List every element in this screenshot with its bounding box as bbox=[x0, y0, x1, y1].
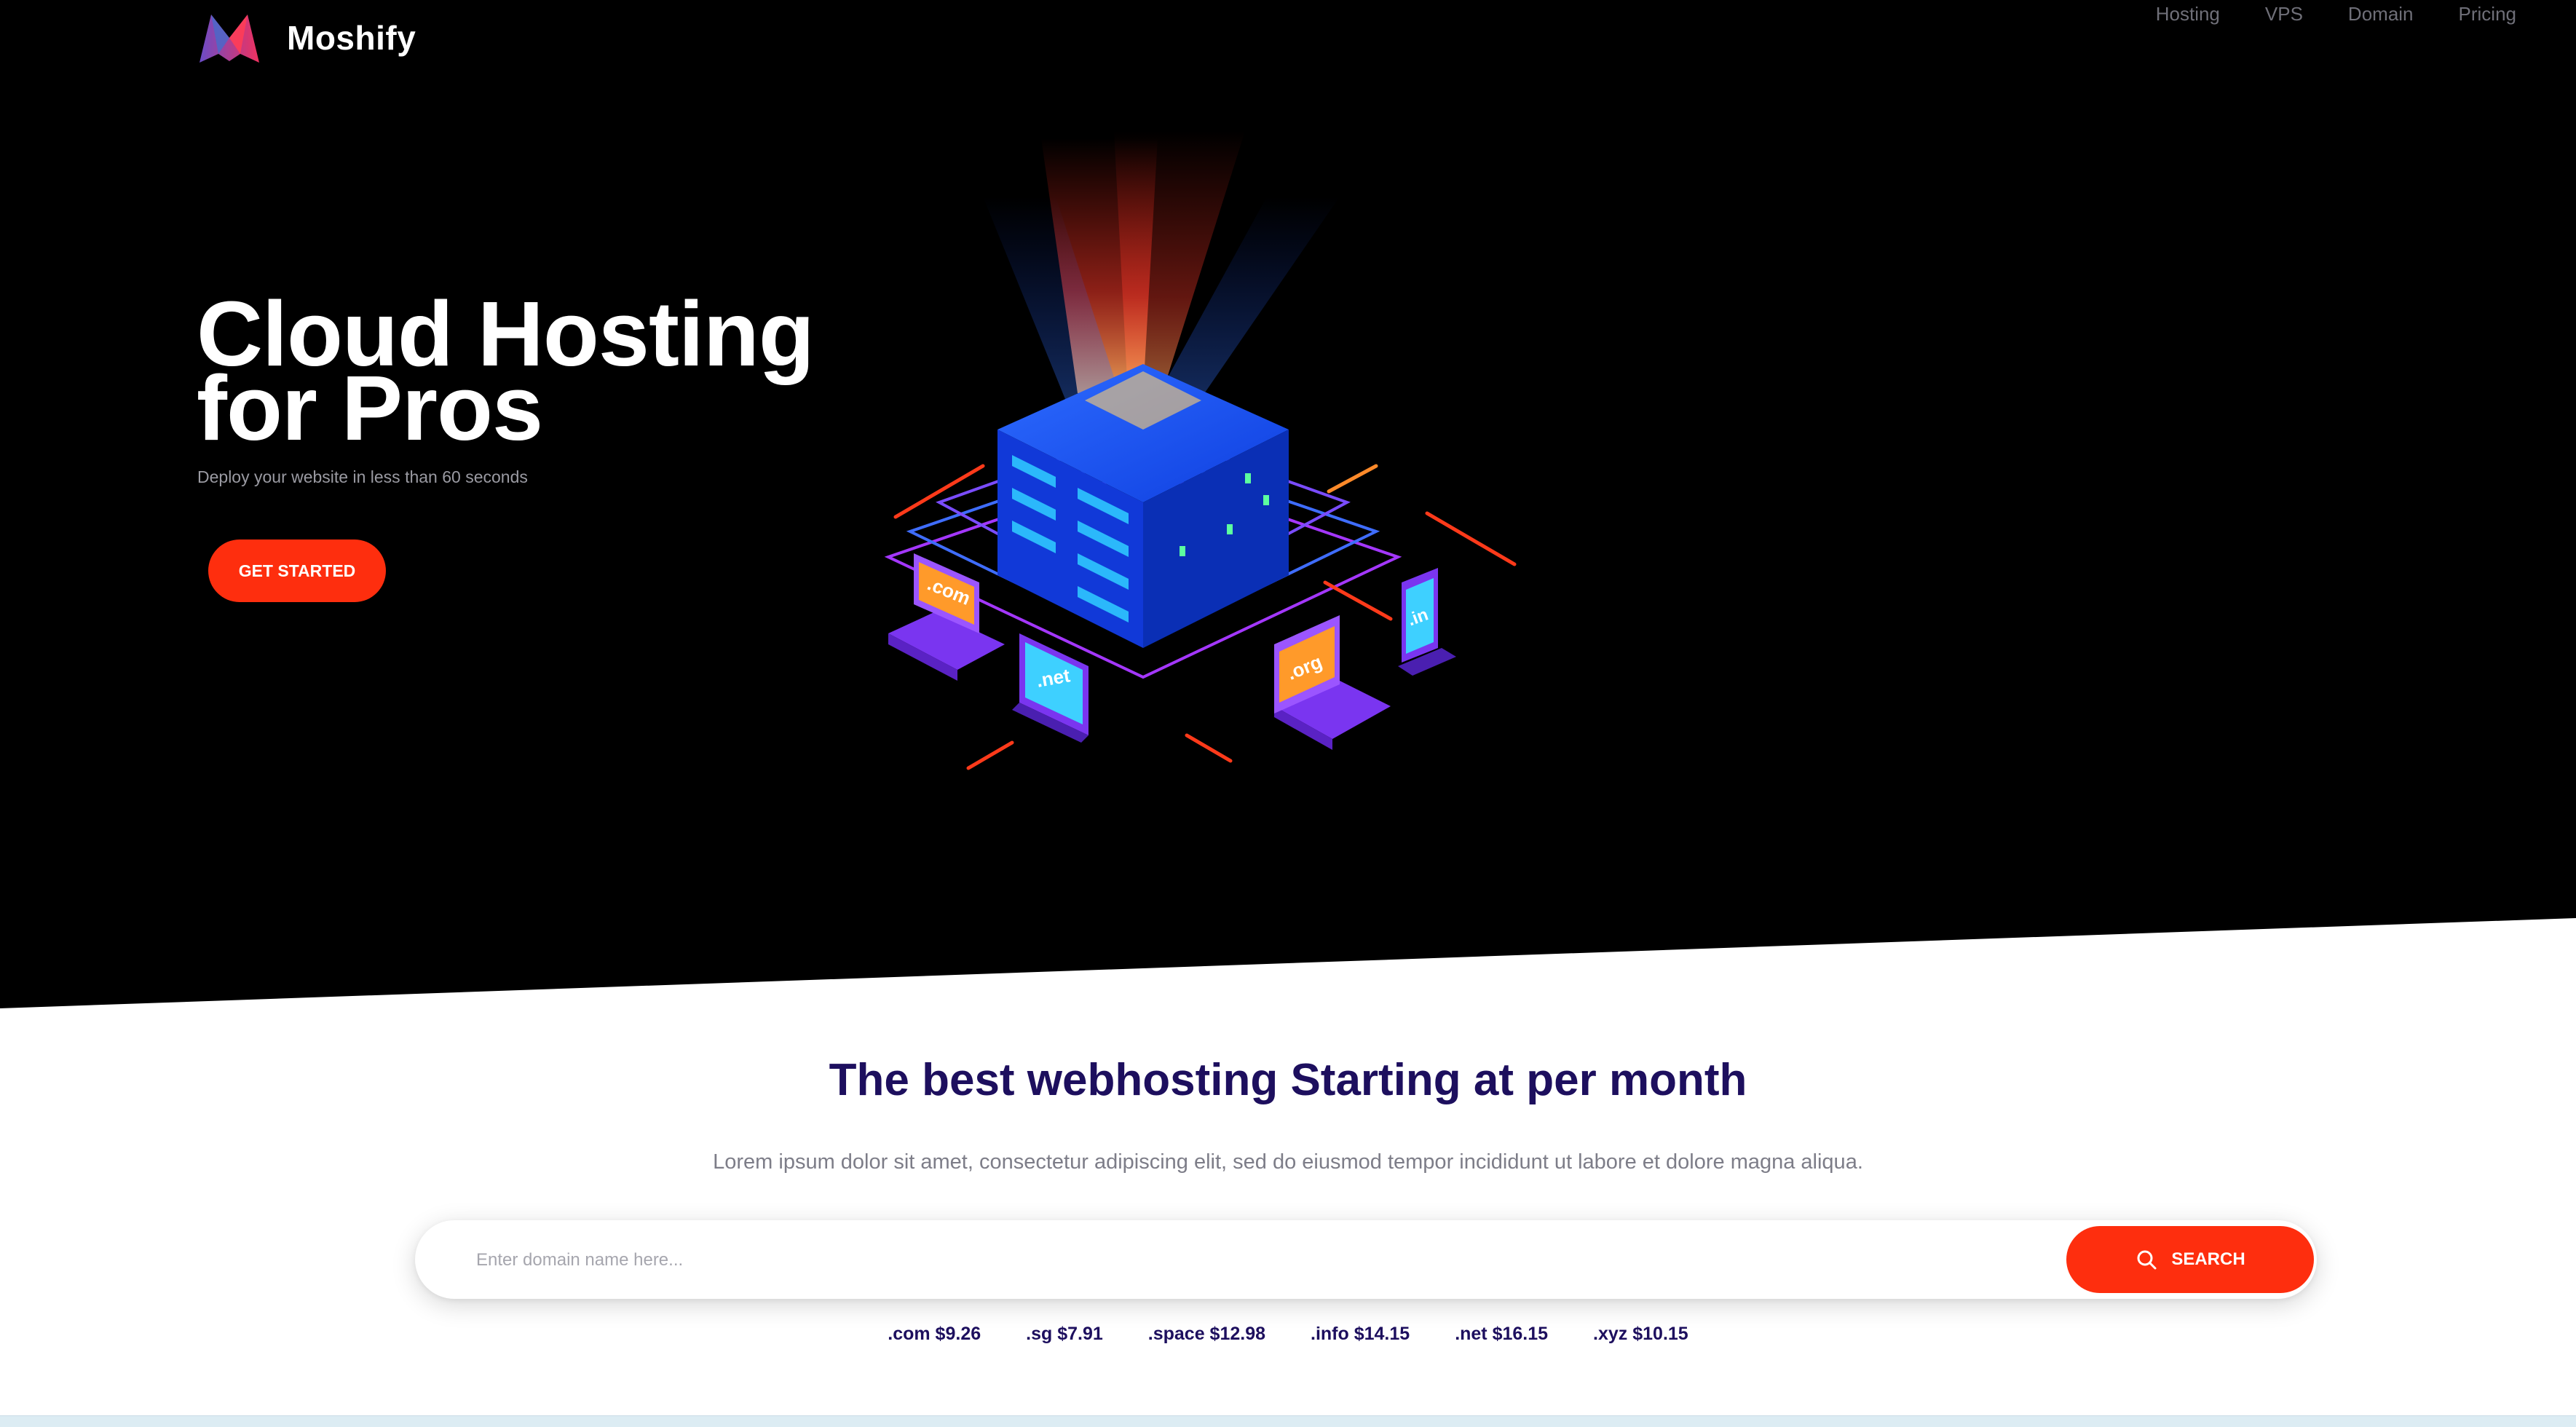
brand-logo[interactable]: Moshify bbox=[197, 10, 416, 66]
nav-domain[interactable]: Domain bbox=[2348, 3, 2414, 25]
brand-name: Moshify bbox=[287, 19, 416, 57]
server-illustration: .com .net .org .in bbox=[884, 131, 1517, 770]
tld-price-list: .com $9.26 .sg $7.91 .space $12.98 .info… bbox=[0, 1324, 2576, 1345]
moshify-logo-icon bbox=[199, 15, 259, 63]
hero-subtitle: Deploy your website in less than 60 seco… bbox=[197, 467, 528, 486]
search-icon bbox=[2137, 1250, 2157, 1270]
tld-price-com: .com $9.26 bbox=[888, 1324, 981, 1344]
nav-pricing[interactable]: Pricing bbox=[2459, 3, 2516, 25]
nav-hosting[interactable]: Hosting bbox=[2156, 3, 2220, 25]
section-description: Lorem ipsum dolor sit amet, consectetur … bbox=[713, 1150, 1863, 1174]
search-button-label: SEARCH bbox=[2171, 1249, 2245, 1269]
device-tablet-net: .net bbox=[1012, 633, 1089, 743]
domain-search-bar: SEARCH bbox=[415, 1220, 2317, 1299]
domain-search-input[interactable] bbox=[475, 1241, 2007, 1280]
get-started-button[interactable]: GET STARTED bbox=[208, 539, 386, 602]
server-stack bbox=[997, 364, 1289, 648]
tld-price-info: .info $14.15 bbox=[1311, 1324, 1410, 1344]
bottom-strip bbox=[0, 1415, 2576, 1427]
top-nav: Hosting VPS Domain Pricing bbox=[2156, 3, 2516, 25]
nav-vps[interactable]: VPS bbox=[2265, 3, 2303, 25]
tld-price-xyz: .xyz $10.15 bbox=[1593, 1324, 1688, 1344]
device-laptop-com: .com bbox=[888, 553, 1005, 681]
search-button[interactable]: SEARCH bbox=[2066, 1226, 2314, 1293]
section-title: The best webhosting Starting at per mont… bbox=[829, 1055, 1747, 1105]
tld-price-sg: .sg $7.91 bbox=[1026, 1324, 1103, 1344]
device-laptop-org: .org bbox=[1274, 615, 1391, 750]
hero-title: Cloud Hosting for Pros bbox=[197, 288, 815, 454]
device-phone-in: .in bbox=[1398, 568, 1456, 676]
tld-price-net: .net $16.15 bbox=[1455, 1324, 1549, 1344]
tld-price-space: .space $12.98 bbox=[1147, 1324, 1266, 1344]
hero-title-line-2: for Pros bbox=[197, 357, 543, 459]
